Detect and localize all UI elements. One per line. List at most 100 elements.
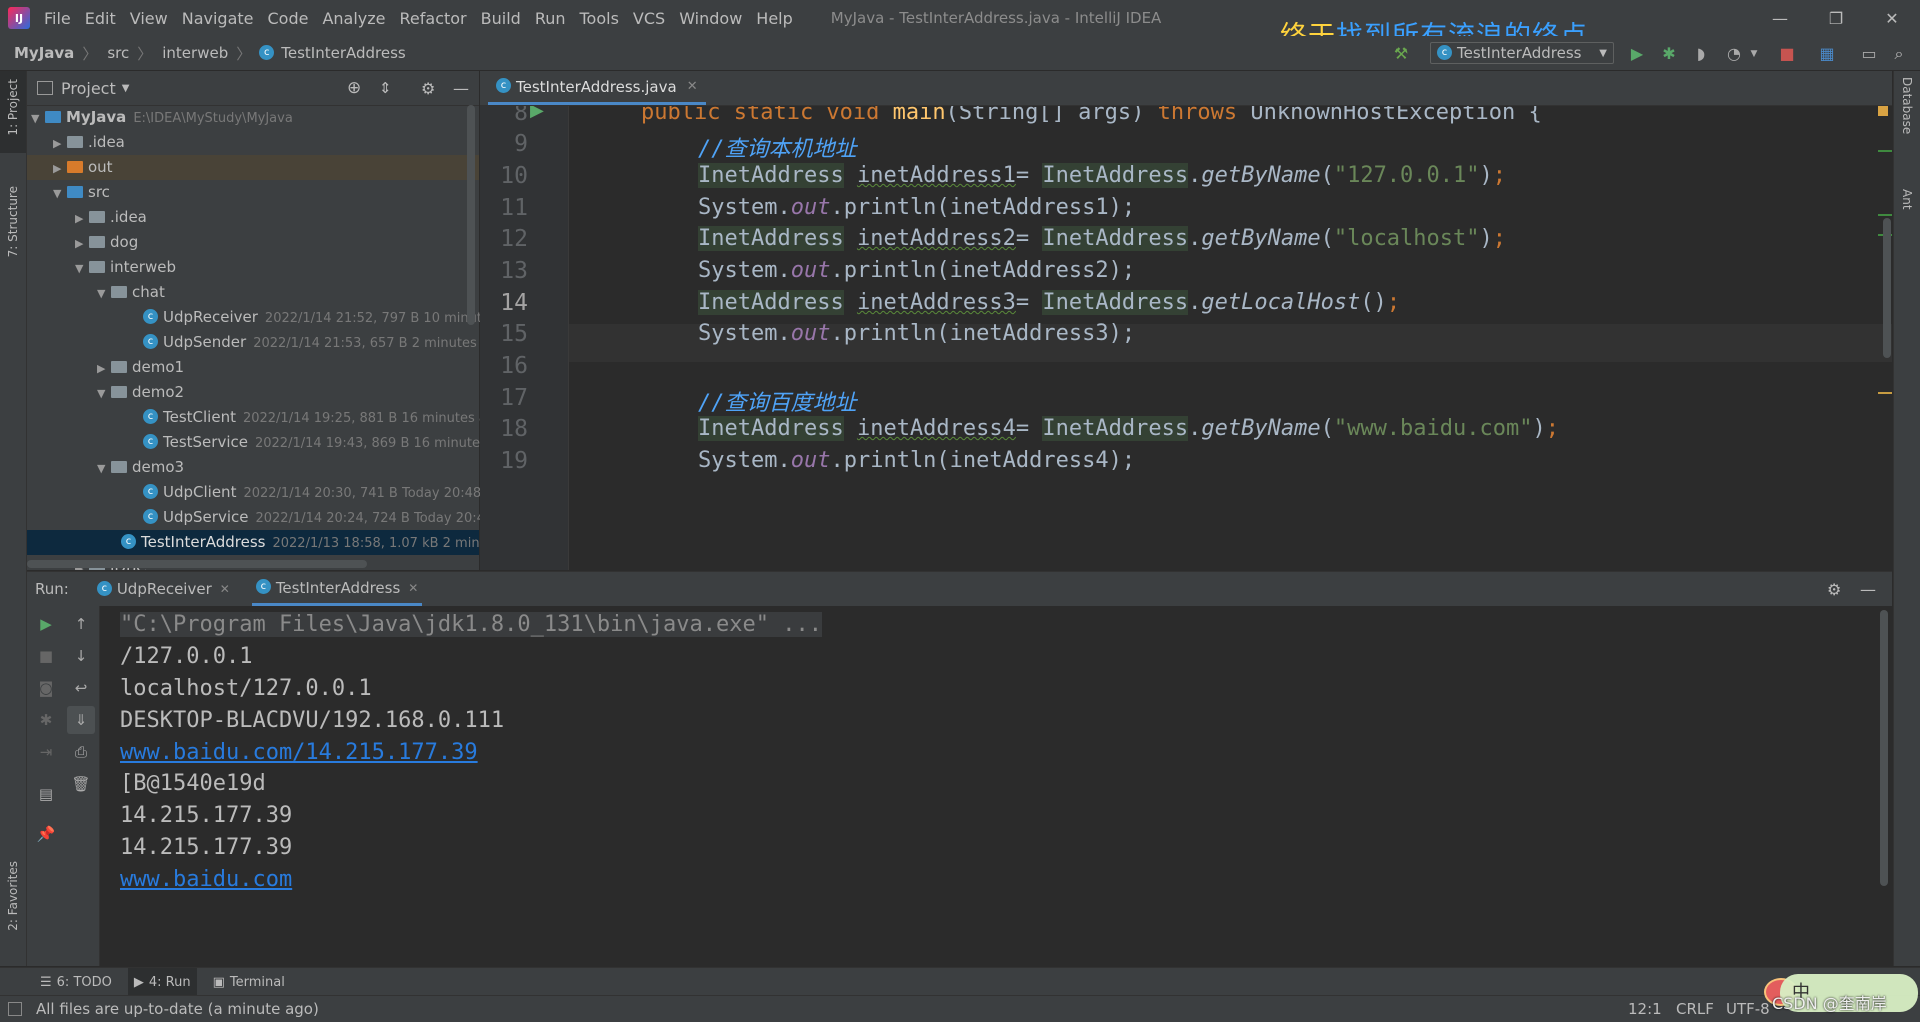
code-editor[interactable]: 8 ▶ 9 10 11 12 13 14 15 16 17 18 19 publ… [480, 106, 1892, 570]
horizontal-scrollbar[interactable] [27, 560, 367, 568]
menu-run[interactable]: Run [535, 9, 566, 28]
tool-window-favorites[interactable]: 2: Favorites [6, 861, 20, 931]
hide-icon[interactable]: — [453, 79, 469, 98]
soft-wrap-icon[interactable]: ↩ [71, 678, 91, 698]
toggle-tool-windows-icon[interactable] [8, 1002, 22, 1016]
minimize-button[interactable]: — [1752, 0, 1808, 36]
tree-item-demo1[interactable]: ▶ demo1 [97, 355, 184, 380]
menu-navigate[interactable]: Navigate [182, 9, 254, 28]
tree-item-root[interactable]: ▼ MyJava E:\IDEA\MyStudy\MyJava [31, 105, 293, 130]
restore-button[interactable]: ❐ [1808, 0, 1864, 36]
vertical-scrollbar[interactable] [467, 105, 475, 325]
tree-item-udp-sender[interactable]: c UdpSender 2022/1/14 21:53, 657 B 2 minut… [143, 330, 489, 355]
editor-tab-test-inter-address[interactable]: c TestInterAddress.java ✕ [488, 71, 706, 105]
tree-item-src[interactable]: ▼ src [53, 180, 110, 205]
debug-icon[interactable]: ✱ [36, 710, 56, 730]
tree-item-udp-client[interactable]: c UdpClient 2022/1/14 20:30, 741 B Today 2… [143, 480, 481, 505]
debug-icon[interactable]: ✱ [1660, 45, 1678, 63]
console-link[interactable]: www.baidu.com [120, 867, 292, 892]
chevron-down-icon[interactable]: ▼ [122, 83, 130, 94]
menu-help[interactable]: Help [756, 9, 792, 28]
hammer-build-icon[interactable]: ⚒ [1392, 45, 1410, 63]
cursor-position[interactable]: 12:1 [1628, 1000, 1662, 1018]
search-icon[interactable]: ⌕ [1890, 45, 1908, 63]
tool-window-project[interactable]: 1: Project [6, 79, 20, 136]
breadcrumb-package[interactable]: interweb [162, 44, 228, 62]
tree-item-chat[interactable]: ▼ chat [97, 280, 165, 305]
tree-item-out[interactable]: ▶ out [27, 155, 479, 180]
menu-file[interactable]: File [44, 9, 71, 28]
stop-icon[interactable]: ■ [36, 646, 56, 666]
console-output[interactable]: "C:\Program Files\Java\jdk1.8.0_131\bin\… [100, 606, 1892, 966]
tree-item-udp-receiver[interactable]: c UdpReceiver 2022/1/14 21:52, 797 B 10 mi… [143, 305, 482, 330]
hide-icon[interactable]: — [1860, 580, 1876, 599]
todo-tool-button[interactable]: ☰ 6: TODO [40, 975, 112, 990]
close-icon[interactable]: ✕ [408, 581, 418, 595]
menu-refactor[interactable]: Refactor [400, 9, 467, 28]
editor-scrollbar[interactable] [1883, 218, 1891, 358]
breadcrumb-src[interactable]: src [107, 44, 129, 62]
menu-analyze[interactable]: Analyze [322, 9, 385, 28]
tree-item-demo2[interactable]: ▼ demo2 [97, 380, 184, 405]
close-icon[interactable]: ✕ [220, 582, 230, 596]
menu-code[interactable]: Code [268, 9, 309, 28]
tree-item-interweb[interactable]: ▼ interweb [75, 255, 176, 280]
run-gutter-icon[interactable]: ▶ [530, 106, 544, 121]
locate-icon[interactable]: ⊕ [347, 78, 361, 98]
project-panel-title[interactable]: Project [61, 79, 116, 98]
code-token: getByName [1201, 226, 1321, 251]
console-scrollbar[interactable] [1880, 610, 1888, 886]
tree-item-idea[interactable]: ▶ .idea [53, 130, 125, 155]
print-icon[interactable]: ⎙ [71, 742, 91, 762]
tree-item-meta: 2022/1/14 20:30, 741 B Today 20:48 [243, 486, 482, 501]
scroll-to-end-icon[interactable]: ⇓ [67, 706, 95, 734]
coverage-icon[interactable]: ◗ [1692, 45, 1710, 63]
up-arrow-icon[interactable]: ↑ [71, 614, 91, 634]
tree-item-test-service[interactable]: c TestService 2022/1/14 19:43, 869 B 16 mi… [143, 430, 487, 455]
layout-icon[interactable]: ▤ [36, 784, 56, 804]
class-icon: c [255, 579, 271, 594]
tool-window-ant[interactable]: Ant [1900, 189, 1914, 210]
tool-window-database[interactable]: Database [1900, 77, 1914, 134]
collapse-all-icon[interactable]: ⇕ [379, 79, 392, 97]
tree-item-test-inter-address[interactable]: c TestInterAddress 2022/1/13 18:58, 1.07 k… [27, 530, 480, 555]
breadcrumb-file[interactable]: TestInterAddress [281, 44, 405, 62]
run-icon[interactable]: ▶ [1628, 45, 1646, 63]
layout-icon[interactable]: ▭ [1860, 45, 1878, 63]
trash-icon[interactable]: 🗑 [71, 774, 91, 794]
close-icon[interactable]: ✕ [687, 79, 698, 94]
rerun-icon[interactable]: ▶ [36, 614, 56, 634]
project-structure-icon[interactable]: ▦ [1818, 45, 1836, 63]
tree-item-test-client[interactable]: c TestClient 2022/1/14 19:25, 881 B 16 min… [143, 405, 487, 430]
breadcrumb-project[interactable]: MyJava [14, 44, 74, 62]
camera-icon[interactable]: ◙ [36, 678, 56, 698]
tool-window-structure[interactable]: 7: Structure [6, 186, 20, 257]
run-tab-udp-receiver[interactable]: c UdpReceiver ✕ [93, 572, 234, 606]
pin-icon[interactable]: 📌 [36, 824, 56, 844]
line-separator[interactable]: CRLF [1676, 1000, 1714, 1018]
chevron-down-icon[interactable]: ▼ [1745, 45, 1763, 63]
terminal-tool-button[interactable]: ▣ Terminal [213, 975, 285, 990]
console-link[interactable]: www.baidu.com/14.215.177.39 [120, 740, 478, 765]
tree-item-dog[interactable]: ▶ dog [75, 230, 138, 255]
gear-icon[interactable]: ⚙ [1827, 580, 1841, 599]
tree-item-src-idea[interactable]: ▶ .idea [75, 205, 147, 230]
run-tab-test-inter-address[interactable]: c TestInterAddress ✕ [251, 572, 423, 606]
run-tool-button[interactable]: ▶ 4: Run [127, 968, 197, 996]
tree-item-demo3[interactable]: ▼ demo3 [97, 455, 184, 480]
profiler-icon[interactable]: ◔ [1725, 45, 1743, 63]
gear-icon[interactable]: ⚙ [421, 79, 435, 98]
menu-tools[interactable]: Tools [580, 9, 619, 28]
menu-vcs[interactable]: VCS [633, 9, 665, 28]
down-arrow-icon[interactable]: ↓ [71, 646, 91, 666]
tree-item-udp-service[interactable]: c UdpService 2022/1/14 20:24, 724 B Today … [143, 505, 485, 530]
close-window-button[interactable]: ✕ [1864, 0, 1920, 36]
menu-view[interactable]: View [130, 9, 168, 28]
exit-icon[interactable]: ⇥ [36, 742, 56, 762]
menu-edit[interactable]: Edit [85, 9, 116, 28]
stop-icon[interactable]: ■ [1778, 45, 1796, 63]
warning-marker[interactable] [1878, 106, 1888, 116]
menu-build[interactable]: Build [481, 9, 521, 28]
run-configuration-select[interactable]: c TestInterAddress ▼ [1430, 42, 1614, 64]
menu-window[interactable]: Window [679, 9, 742, 28]
